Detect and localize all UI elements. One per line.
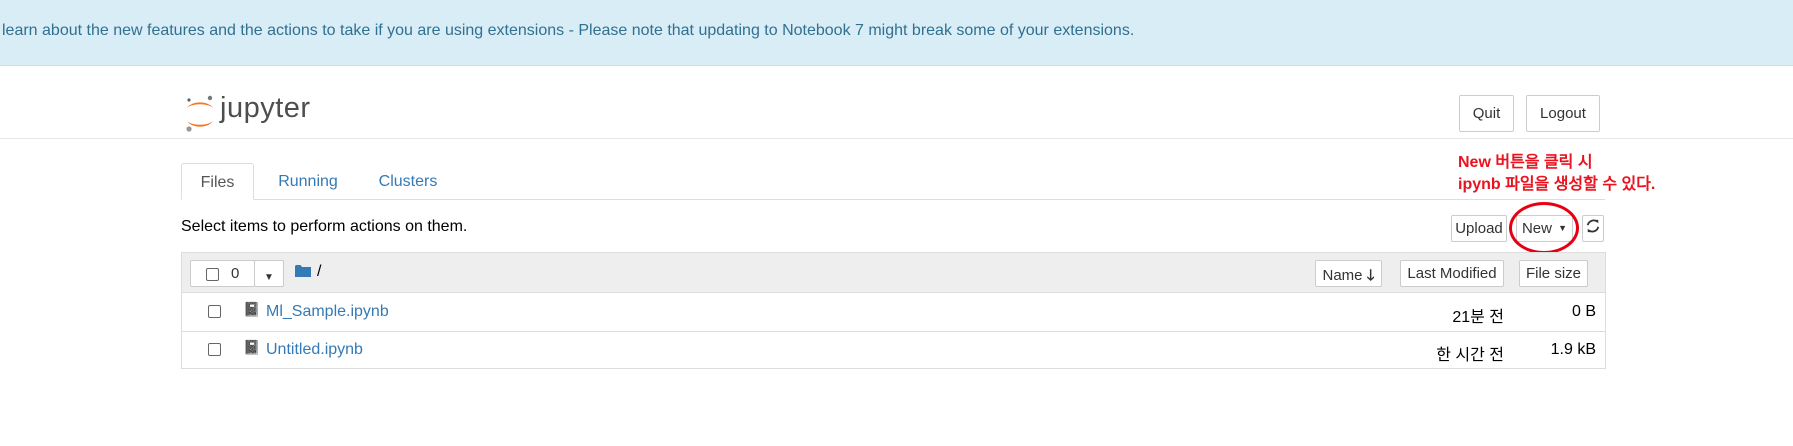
tab-files-label: Files bbox=[200, 174, 235, 191]
sort-size-button[interactable]: File size bbox=[1519, 260, 1588, 287]
upload-label: Upload bbox=[1455, 220, 1503, 237]
row-checkbox[interactable] bbox=[208, 343, 221, 356]
quit-button[interactable]: Quit bbox=[1459, 95, 1514, 132]
folder-icon[interactable] bbox=[295, 264, 311, 278]
col-modified-label: Last Modified bbox=[1407, 265, 1497, 282]
selected-count: 0 bbox=[231, 265, 240, 282]
col-name-label: Name bbox=[1322, 267, 1363, 284]
tab-running[interactable]: Running bbox=[268, 163, 348, 200]
tab-running-label: Running bbox=[278, 173, 338, 190]
file-row[interactable]: 📓 Ml_Sample.ipynb 21분 전 0 B bbox=[182, 293, 1605, 331]
tab-clusters[interactable]: Clusters bbox=[370, 163, 446, 200]
selection-dropdown-button[interactable]: ▼ bbox=[254, 260, 284, 287]
quit-label: Quit bbox=[1472, 105, 1501, 122]
refresh-icon bbox=[1586, 219, 1600, 233]
file-row[interactable]: 📓 Untitled.ipynb 한 시간 전 1.9 kB bbox=[182, 331, 1605, 369]
header-divider bbox=[0, 138, 1793, 139]
file-list: 0 ▼ / Name 🡓 Last Modified File size 📓 M… bbox=[181, 252, 1606, 369]
select-all-checkbox[interactable] bbox=[206, 268, 219, 281]
current-path[interactable]: / bbox=[317, 263, 321, 281]
upload-button[interactable]: Upload bbox=[1451, 215, 1507, 242]
banner-text: learn about the new features and the act… bbox=[2, 22, 1135, 39]
tab-clusters-label: Clusters bbox=[378, 173, 438, 190]
sort-name-button[interactable]: Name 🡓 bbox=[1315, 260, 1382, 287]
file-name-link[interactable]: Ml_Sample.ipynb bbox=[266, 303, 389, 321]
logo-text: jupyter bbox=[220, 92, 311, 124]
red-annotation: New 버튼을 클릭 시 ipynb 파일을 생성할 수 있다. bbox=[1458, 152, 1655, 196]
select-message: Select items to perform actions on them. bbox=[181, 218, 468, 235]
logout-label: Logout bbox=[1540, 105, 1586, 122]
row-checkbox[interactable] bbox=[208, 305, 221, 318]
sort-modified-button[interactable]: Last Modified bbox=[1400, 260, 1504, 287]
select-all-button[interactable]: 0 bbox=[190, 260, 255, 287]
logout-button[interactable]: Logout bbox=[1526, 95, 1600, 132]
file-modified: 21분 전 bbox=[1452, 309, 1504, 326]
col-size-label: File size bbox=[1525, 265, 1581, 282]
annotation-line-1: New 버튼을 클릭 시 bbox=[1458, 154, 1593, 171]
file-size: 1.9 kB bbox=[1550, 341, 1596, 358]
file-size: 0 B bbox=[1571, 303, 1596, 320]
caret-down-icon: ▼ bbox=[264, 272, 274, 283]
arrow-down-icon: 🡓 bbox=[1366, 267, 1375, 284]
notebook-icon: 📓 bbox=[243, 301, 261, 317]
refresh-button[interactable] bbox=[1582, 215, 1604, 242]
notice-banner: learn about the new features and the act… bbox=[0, 0, 1793, 66]
file-name-link[interactable]: Untitled.ipynb bbox=[266, 341, 363, 359]
list-header: 0 ▼ / Name 🡓 Last Modified File size bbox=[182, 253, 1605, 293]
file-modified: 한 시간 전 bbox=[1436, 347, 1504, 364]
tab-files[interactable]: Files bbox=[181, 163, 254, 200]
annotation-circle bbox=[1509, 202, 1579, 254]
jupyter-logo-icon[interactable] bbox=[184, 93, 216, 133]
notebook-icon: 📓 bbox=[243, 339, 261, 355]
annotation-line-2: ipynb 파일을 생성할 수 있다. bbox=[1458, 176, 1656, 193]
